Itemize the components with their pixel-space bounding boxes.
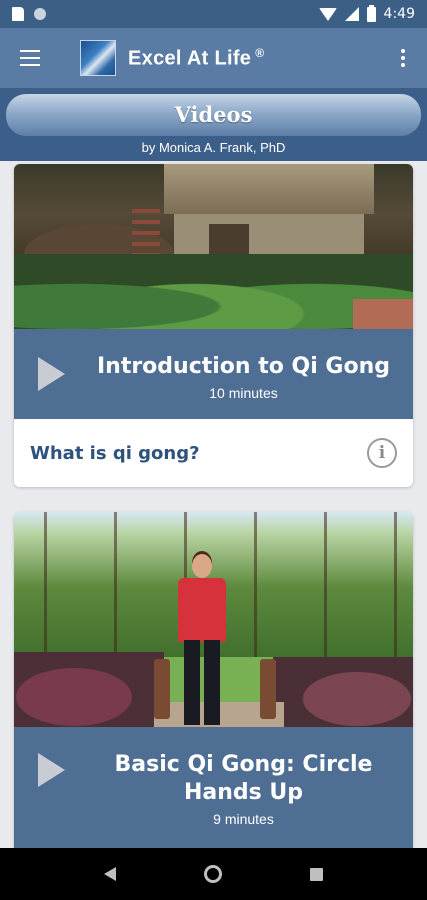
sd-card-icon bbox=[12, 7, 24, 21]
video-title: Basic Qi Gong: Circle Hands Up bbox=[114, 752, 373, 805]
video-duration: 10 minutes bbox=[209, 385, 278, 401]
page-title: Videos bbox=[6, 94, 421, 136]
video-play-bar[interactable]: Introduction to Qi Gong 10 minutes bbox=[14, 329, 413, 419]
signal-icon bbox=[344, 7, 359, 21]
wifi-icon bbox=[318, 7, 337, 21]
video-title: Introduction to Qi Gong bbox=[96, 354, 391, 379]
video-thumbnail[interactable] bbox=[14, 164, 413, 329]
back-icon[interactable] bbox=[104, 867, 116, 881]
status-bar: 4:49 bbox=[0, 0, 427, 28]
app-logo-icon bbox=[80, 40, 116, 76]
play-icon[interactable] bbox=[38, 753, 65, 787]
play-icon[interactable] bbox=[38, 357, 65, 391]
status-clock: 4:49 bbox=[383, 6, 415, 22]
video-card: Basic Qi Gong: Circle Hands Up 9 minutes bbox=[14, 512, 413, 848]
home-icon[interactable] bbox=[204, 865, 222, 883]
registered-mark: ® bbox=[255, 45, 265, 60]
video-card: Introduction to Qi Gong 10 minutes What … bbox=[14, 164, 413, 487]
page-header: Videos by Monica A. Frank, PhD bbox=[0, 88, 427, 161]
video-list[interactable]: Introduction to Qi Gong 10 minutes What … bbox=[0, 161, 427, 848]
video-info-row[interactable]: What is qi gong? i bbox=[14, 419, 413, 487]
app-bar: Excel At Life ® bbox=[0, 28, 427, 88]
video-duration: 9 minutes bbox=[213, 811, 274, 827]
video-play-bar[interactable]: Basic Qi Gong: Circle Hands Up 9 minutes bbox=[14, 727, 413, 848]
recents-icon[interactable] bbox=[310, 867, 323, 881]
info-icon[interactable]: i bbox=[367, 438, 397, 468]
overflow-menu-icon[interactable] bbox=[379, 28, 427, 88]
notification-dot-icon bbox=[34, 8, 46, 20]
battery-icon bbox=[366, 4, 376, 22]
app-title-text: Excel At Life bbox=[128, 47, 252, 70]
app-title: Excel At Life ® bbox=[128, 46, 264, 71]
video-thumbnail[interactable] bbox=[14, 512, 413, 727]
author-byline: by Monica A. Frank, PhD bbox=[141, 140, 286, 155]
video-question[interactable]: What is qi gong? bbox=[30, 443, 200, 464]
system-nav-bar bbox=[0, 848, 427, 900]
menu-icon[interactable] bbox=[0, 28, 60, 88]
